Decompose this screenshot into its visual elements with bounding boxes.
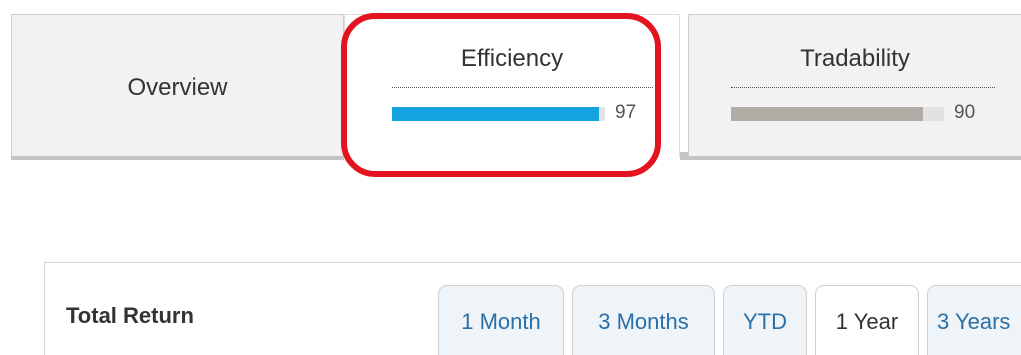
tradability-score-value: 90 (954, 102, 976, 123)
tradability-score-bar (731, 107, 944, 121)
tab-overview[interactable]: Overview (11, 14, 344, 160)
tradability-score-fill (731, 107, 923, 121)
total-return-title: Total Return (66, 303, 194, 328)
highlight-annotation (341, 13, 661, 177)
period-tab-3-years[interactable]: 3 Years (927, 285, 1021, 355)
period-tab-1-year[interactable]: 1 Year (815, 285, 919, 355)
period-tab-3-months[interactable]: 3 Months (572, 285, 715, 355)
tab-tradability[interactable]: Tradability 90 (688, 14, 1021, 160)
dotted-divider (731, 87, 995, 88)
tab-overview-label: Overview (127, 74, 228, 101)
period-tab-1-month[interactable]: 1 Month (438, 285, 564, 355)
tab-strip-underline (680, 152, 688, 160)
page: Overview Efficiency 97 Tradability 90 To… (0, 0, 1021, 355)
tab-tradability-label: Tradability (800, 45, 910, 72)
period-tab-ytd[interactable]: YTD (723, 285, 807, 355)
